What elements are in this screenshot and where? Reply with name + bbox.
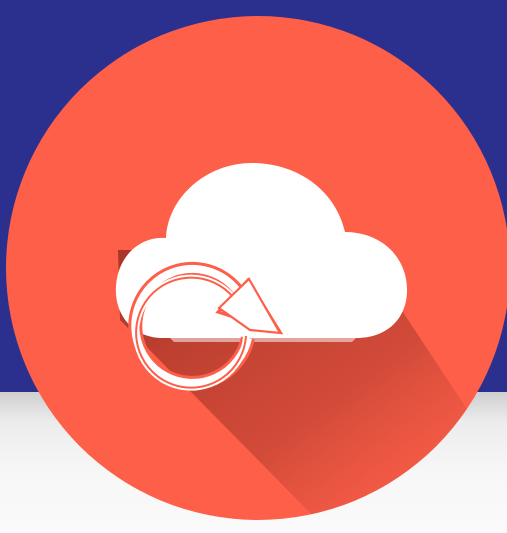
cloud-sync-icon (6, 16, 507, 520)
icon-scene (0, 0, 507, 533)
